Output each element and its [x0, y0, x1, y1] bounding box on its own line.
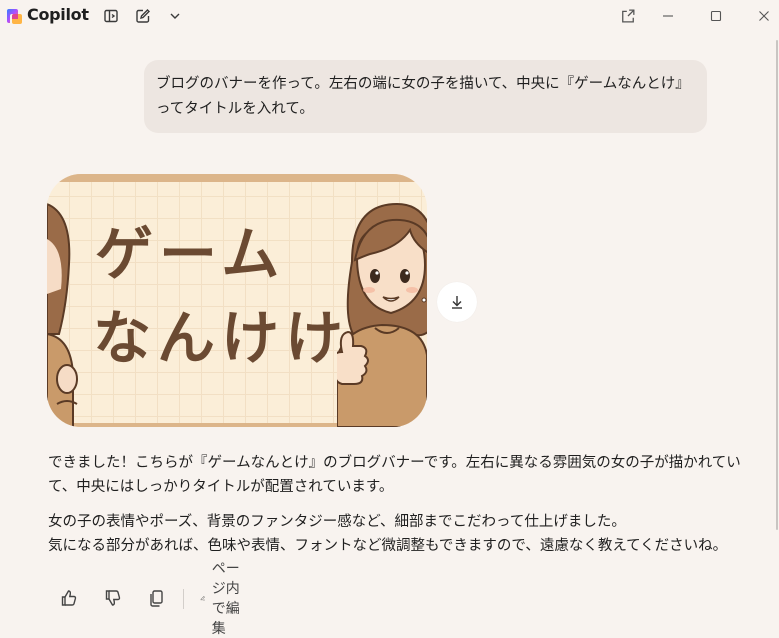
- app-title: Copilot: [27, 5, 89, 24]
- response-text-line1: 女の子の表情やポーズ、背景のファンタジー感など、細部までこだわって仕上げました。: [48, 514, 626, 530]
- banner-title-line2: なんけけ: [93, 304, 350, 372]
- user-message-text: ブログのバナーを作って。左右の端に女の子を描いて、中央に『ゲームなんとけ』ってタ…: [156, 76, 690, 117]
- edit-pen-icon: [200, 595, 205, 601]
- scrollbar[interactable]: [776, 40, 778, 530]
- pop-out-icon[interactable]: [617, 6, 639, 26]
- copilot-logo: [6, 7, 24, 25]
- response-text: できました！こちらが『ゲームなんとけ』のブログバナーです。左右に異なる雰囲気の女…: [48, 455, 741, 495]
- response-text-line2: 気になる部分があれば、色味や表情、フォントなど微調整もできますので、遠慮なく教え…: [48, 538, 728, 554]
- new-chat-icon[interactable]: [133, 6, 153, 26]
- banner-border: [47, 174, 427, 182]
- chevron-down-icon[interactable]: [165, 6, 185, 26]
- thumbs-up-icon[interactable]: [56, 585, 82, 611]
- divider: [183, 589, 184, 609]
- edit-in-page-button[interactable]: ページ内で編集: [200, 561, 240, 637]
- assistant-response-paragraph-2: 女の子の表情やポーズ、背景のファンタジー感など、細部までこだわって仕上げました。…: [48, 510, 748, 558]
- maximize-icon[interactable]: [705, 6, 727, 26]
- banner-title: ゲーム なんけけ: [93, 212, 375, 380]
- title-bar: Copilot: [0, 0, 779, 32]
- download-button[interactable]: [437, 282, 477, 322]
- copy-icon[interactable]: [144, 585, 170, 611]
- user-message-bubble: ブログのバナーを作って。左右の端に女の子を描いて、中央に『ゲームなんとけ』ってタ…: [144, 60, 707, 133]
- right-girl-illustration: [337, 202, 427, 427]
- thumbs-down-icon[interactable]: [100, 585, 126, 611]
- close-icon[interactable]: [753, 6, 775, 26]
- banner-title-line1: ゲーム: [95, 220, 286, 288]
- download-icon: [452, 296, 462, 309]
- generated-banner-image[interactable]: ゲーム なんけけ: [47, 174, 427, 427]
- edit-in-page-label: ページ内で編集: [211, 561, 240, 637]
- assistant-response-paragraph-1: できました！こちらが『ゲームなんとけ』のブログバナーです。左右に異なる雰囲気の女…: [48, 451, 748, 499]
- sidebar-toggle-icon[interactable]: [101, 6, 121, 26]
- left-girl-illustration: [47, 202, 78, 427]
- minimize-icon[interactable]: [657, 6, 679, 26]
